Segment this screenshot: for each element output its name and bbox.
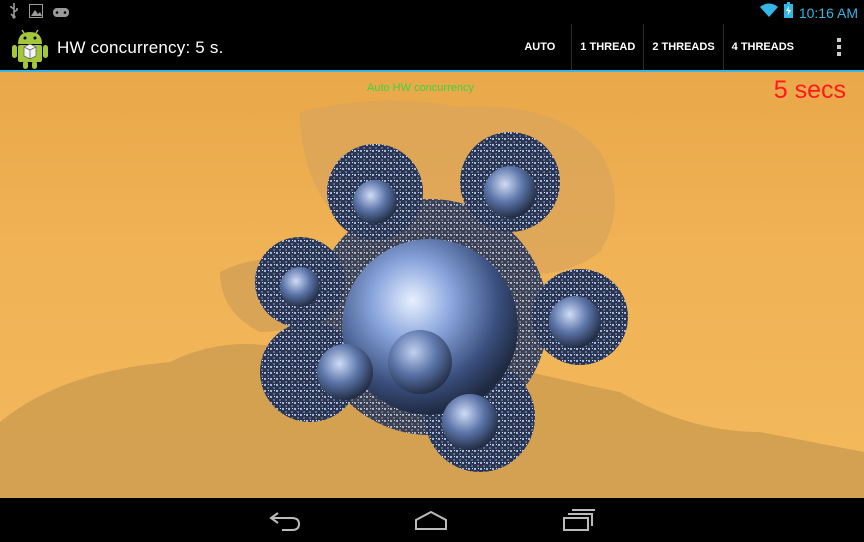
one-thread-button[interactable]: 1 THREAD <box>571 24 643 70</box>
status-bar: 10:16 AM <box>0 0 864 24</box>
four-threads-button[interactable]: 4 THREADS <box>722 24 802 70</box>
fractal-render-image <box>0 100 864 498</box>
clock: 10:16 AM <box>798 4 858 21</box>
navigation-bar <box>0 498 864 542</box>
auto-button[interactable]: AUTO <box>516 24 571 70</box>
page-title: HW concurrency: 5 s. <box>57 38 224 57</box>
gamepad-icon <box>52 5 70 23</box>
concurrency-mode-label: Auto HW concurrency <box>367 82 474 94</box>
more-vert-icon[interactable] <box>836 38 842 58</box>
home-icon[interactable] <box>414 508 448 532</box>
render-viewport: Auto HW concurrency 5 secs <box>0 72 864 498</box>
back-icon[interactable] <box>268 508 302 532</box>
two-threads-button[interactable]: 2 THREADS <box>643 24 722 70</box>
android-app-icon[interactable] <box>11 28 49 70</box>
action-bar: HW concurrency: 5 s. AUTO 1 THREAD 2 THR… <box>0 24 864 72</box>
action-menu: AUTO 1 THREAD 2 THREADS 4 THREADS <box>516 24 802 70</box>
elapsed-time-label: 5 secs <box>773 76 846 104</box>
image-icon <box>29 4 43 23</box>
wifi-icon <box>759 3 778 22</box>
usb-icon <box>8 3 20 24</box>
battery-icon <box>783 2 793 23</box>
recents-icon[interactable] <box>562 508 596 532</box>
